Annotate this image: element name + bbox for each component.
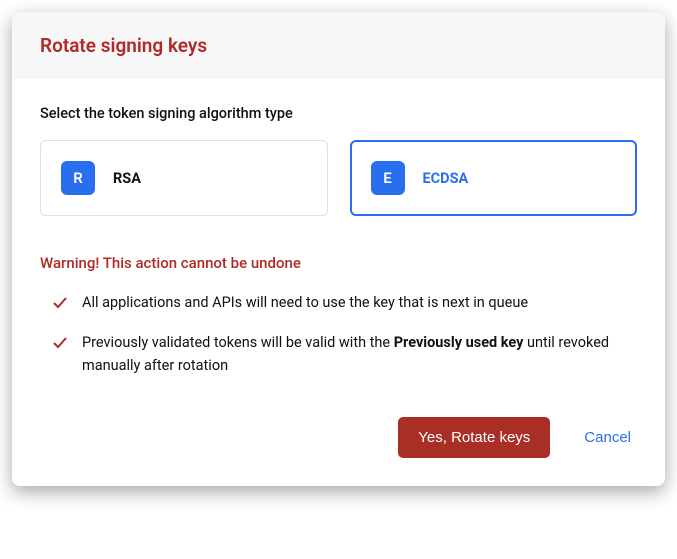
modal-title: Rotate signing keys <box>40 34 637 57</box>
check-icon <box>52 295 68 318</box>
option-ecdsa-badge: E <box>371 161 405 195</box>
warning-title: Warning! This action cannot be undone <box>40 254 637 272</box>
algorithm-options: R RSA E ECDSA <box>40 140 637 216</box>
check-icon <box>52 335 68 358</box>
modal-body: Select the token signing algorithm type … <box>12 79 665 395</box>
warning-item: Previously validated tokens will be vali… <box>52 332 637 377</box>
warning-item: All applications and APIs will need to u… <box>52 292 637 318</box>
modal-footer: Yes, Rotate keys Cancel <box>12 395 665 486</box>
warning-list: All applications and APIs will need to u… <box>40 292 637 377</box>
option-rsa-badge: R <box>61 161 95 195</box>
option-ecdsa[interactable]: E ECDSA <box>350 140 638 216</box>
option-ecdsa-label: ECDSA <box>423 170 469 187</box>
confirm-rotate-button[interactable]: Yes, Rotate keys <box>398 417 550 458</box>
cancel-button[interactable]: Cancel <box>578 421 637 454</box>
warning-text: Previously validated tokens will be vali… <box>82 332 637 377</box>
algorithm-prompt: Select the token signing algorithm type <box>40 105 637 122</box>
warning-text-bold: Previously used key <box>394 334 524 351</box>
option-rsa[interactable]: R RSA <box>40 140 328 216</box>
warning-text: All applications and APIs will need to u… <box>82 292 528 314</box>
option-rsa-label: RSA <box>113 170 141 187</box>
modal-header: Rotate signing keys <box>12 12 665 79</box>
warning-text-prefix: Previously validated tokens will be vali… <box>82 334 394 351</box>
rotate-keys-modal: Rotate signing keys Select the token sig… <box>12 12 665 486</box>
